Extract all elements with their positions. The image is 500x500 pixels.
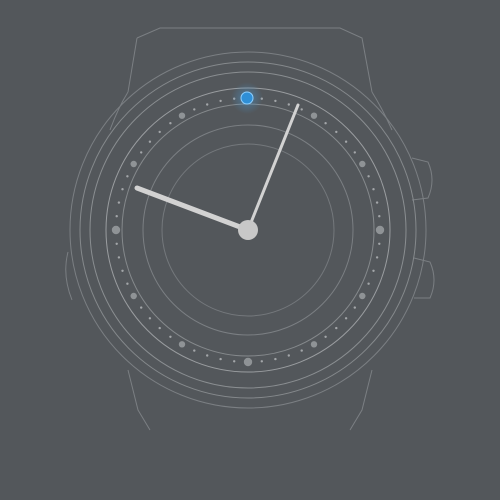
dial-dot <box>287 354 290 357</box>
dial-dot <box>375 256 379 259</box>
dial-dot <box>233 360 236 363</box>
left-side-outline <box>65 251 73 301</box>
dial-dot <box>121 188 124 191</box>
dial-dot <box>359 292 366 300</box>
dial-dot <box>372 269 375 272</box>
dial-dot <box>367 282 370 285</box>
dial-dot <box>140 306 143 309</box>
dial-dot <box>219 357 222 361</box>
dial-dot <box>126 175 129 178</box>
dial-dot <box>274 357 277 361</box>
dial-dot <box>324 335 327 338</box>
dial-dot <box>117 201 121 204</box>
dial-dot <box>130 292 137 300</box>
dial-dot <box>117 256 121 259</box>
dial-dot <box>126 282 129 285</box>
dial-dot <box>206 103 209 106</box>
dial-dot <box>169 335 172 338</box>
crown-bottom-outline <box>413 257 435 299</box>
dial-dot <box>178 341 186 348</box>
dial-dot <box>324 122 327 125</box>
dial-dot <box>178 112 186 119</box>
dial-dot <box>353 151 356 154</box>
dial-dot <box>367 175 370 178</box>
dial-dot <box>372 188 375 191</box>
watch-illustration <box>65 27 435 431</box>
dial-dot <box>375 225 385 235</box>
dial-dot <box>243 357 253 367</box>
dial-dot <box>115 215 118 218</box>
dial-dot <box>310 341 318 348</box>
dial-dot <box>193 349 196 352</box>
dial-dot <box>158 130 161 134</box>
hour-hand <box>134 185 251 233</box>
dial-dot <box>300 349 303 352</box>
watch-face-screen <box>0 0 500 500</box>
minute-hand <box>246 103 300 232</box>
dial-dot <box>148 140 152 143</box>
dial-dot <box>260 360 263 363</box>
dial-dot <box>206 354 209 357</box>
dial-dot <box>375 201 379 204</box>
dial-dot <box>121 269 124 272</box>
dial-dot <box>158 326 161 330</box>
dial-dot <box>378 242 381 245</box>
dial-dot <box>169 122 172 125</box>
dial-dot <box>148 317 152 320</box>
dial-dot <box>335 130 338 134</box>
dial-dot <box>111 225 121 235</box>
dial-dot <box>359 160 366 168</box>
dial-dot <box>344 317 348 320</box>
dial-dot <box>335 326 338 330</box>
dial-dot <box>378 215 381 218</box>
dial-dot <box>274 99 277 103</box>
lug-right-outline <box>371 91 393 131</box>
dial-dot <box>115 242 118 245</box>
center-pin <box>238 220 258 240</box>
lug-left-outline <box>109 91 129 131</box>
dial-dot <box>193 108 196 111</box>
dial-dot <box>140 151 143 154</box>
dial-dot <box>287 103 290 106</box>
watch-hands <box>134 103 300 240</box>
strap-bottom-outline <box>127 369 373 431</box>
dial-dot <box>344 140 348 143</box>
indicator-dot <box>231 82 263 114</box>
dial-dot <box>300 108 303 111</box>
dial-dot <box>130 160 137 168</box>
dial-dot <box>219 99 222 103</box>
dial-dot <box>310 112 318 119</box>
dial-dot <box>353 306 356 309</box>
